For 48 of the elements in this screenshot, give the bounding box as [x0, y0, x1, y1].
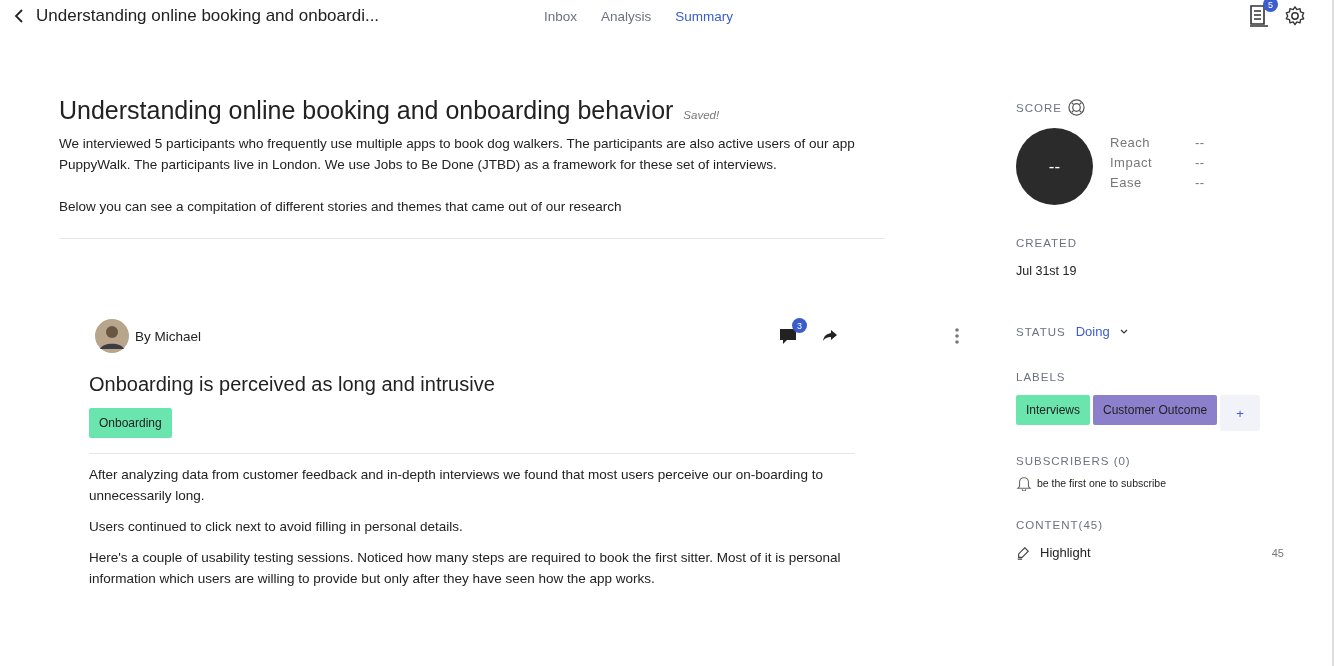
settings-icon[interactable] [1284, 5, 1306, 27]
story-title: Onboarding is perceived as long and intrusive [89, 373, 496, 396]
share-icon[interactable] [823, 330, 837, 342]
section-heading: CONTENT(45) [1016, 519, 1105, 531]
story-paragraph: After analyzing data from customer feedback and in-depth interviews we found that most users perceive our on-boarding to unnecessarily long. [89, 466, 824, 505]
tag: Onboarding [89, 408, 172, 438]
caret-icon [1119, 329, 1128, 334]
more-icon[interactable] [955, 328, 959, 344]
metric-label: Ease [1110, 175, 1143, 190]
add-label-button[interactable]: + [1220, 395, 1261, 431]
story-paragraph: Here's a couple of usability testing sessions. Noticed how many steps are required to book the first sitter. Most of it is personal information which users are willing to provide but only after they have seen how the app works. [89, 549, 842, 588]
section-heading: STATUS [1016, 325, 1066, 338]
nav-tab[interactable]: Summary [675, 8, 734, 24]
comment-count-badge: 3 [792, 318, 807, 333]
metric-value: -- [1195, 135, 1205, 150]
metric-label: Reach [1110, 135, 1152, 150]
lifebuoy-icon[interactable] [1067, 99, 1085, 116]
section-heading: CREATED [1016, 237, 1079, 249]
comment-icon[interactable] [779, 327, 797, 345]
saved-status: Saved! [683, 109, 720, 121]
content-count: 45 [1271, 546, 1284, 559]
content-item[interactable]: Highlight [1040, 545, 1091, 560]
back-icon[interactable] [14, 9, 24, 23]
nav-tab[interactable]: Inbox [544, 8, 578, 24]
section-heading: SCORE [1016, 101, 1062, 114]
page-title: Understanding online booking and onboardi... [36, 6, 380, 26]
nav-tab[interactable]: Analysis [601, 8, 652, 24]
metric-value: -- [1195, 155, 1205, 170]
bell-icon[interactable] [1016, 475, 1032, 491]
label-tag[interactable]: Interviews [1016, 395, 1091, 425]
status-dropdown[interactable]: Doing [1075, 324, 1128, 339]
document-icon[interactable] [1248, 4, 1270, 28]
notification-badge: 5 [1263, 0, 1278, 12]
metric-value: -- [1195, 175, 1205, 190]
score-circle: -- [1016, 128, 1093, 205]
section-heading: LABELS [1016, 371, 1067, 383]
created-date: Jul 31st 19 [1016, 264, 1078, 278]
section-heading: SUBSCRIBERS (0) [1016, 455, 1132, 467]
metric-label: Impact [1110, 155, 1153, 170]
subscribe-hint: be the first one to subscribe [1037, 477, 1166, 489]
summary-title: Understanding online booking and onboarding behavior [59, 96, 674, 125]
story-paragraph: Users continued to click next to avoid filling in personal details. [89, 518, 464, 536]
label-tag[interactable]: Customer Outcome [1093, 395, 1218, 425]
author-name: By Michael [135, 328, 202, 344]
highlighter-icon [1016, 545, 1030, 560]
avatar [95, 319, 129, 353]
summary-paragraph: Below you can see a compitation of different stories and themes that came out of our research [59, 198, 623, 216]
summary-paragraph: We interviewed 5 participants who frequently use multiple apps to book dog walkers. The participants are also active users of our app PuppyWalk. The participants live in London. We use Jobs to Be Done (JTBD) as a framework for these set of interviews. [59, 135, 856, 174]
